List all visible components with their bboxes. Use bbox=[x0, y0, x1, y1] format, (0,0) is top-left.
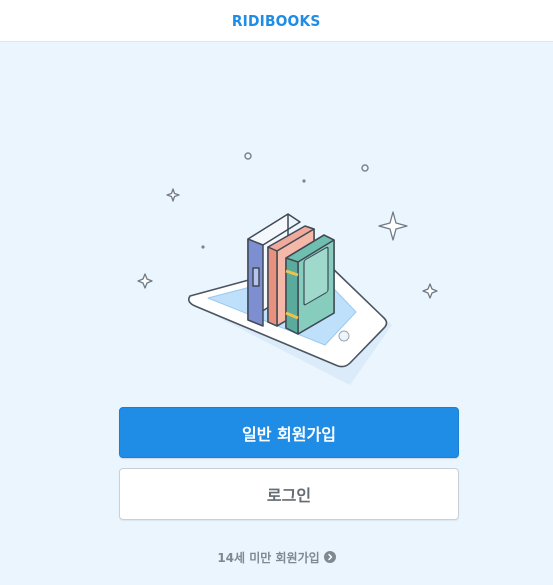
header: RIDIBOOKS bbox=[0, 0, 553, 42]
signup-button[interactable]: 일반 회원가입 bbox=[119, 407, 459, 458]
login-button[interactable]: 로그인 bbox=[119, 468, 459, 520]
under14-signup-link[interactable]: 14세 미만 회원가입 bbox=[0, 547, 553, 567]
under14-signup-label: 14세 미만 회원가입 bbox=[217, 550, 320, 565]
chevron-right-circle-icon bbox=[323, 551, 336, 563]
books-on-tablet-illustration bbox=[137, 152, 438, 385]
ridibooks-logo[interactable]: RIDIBOOKS bbox=[232, 12, 321, 30]
